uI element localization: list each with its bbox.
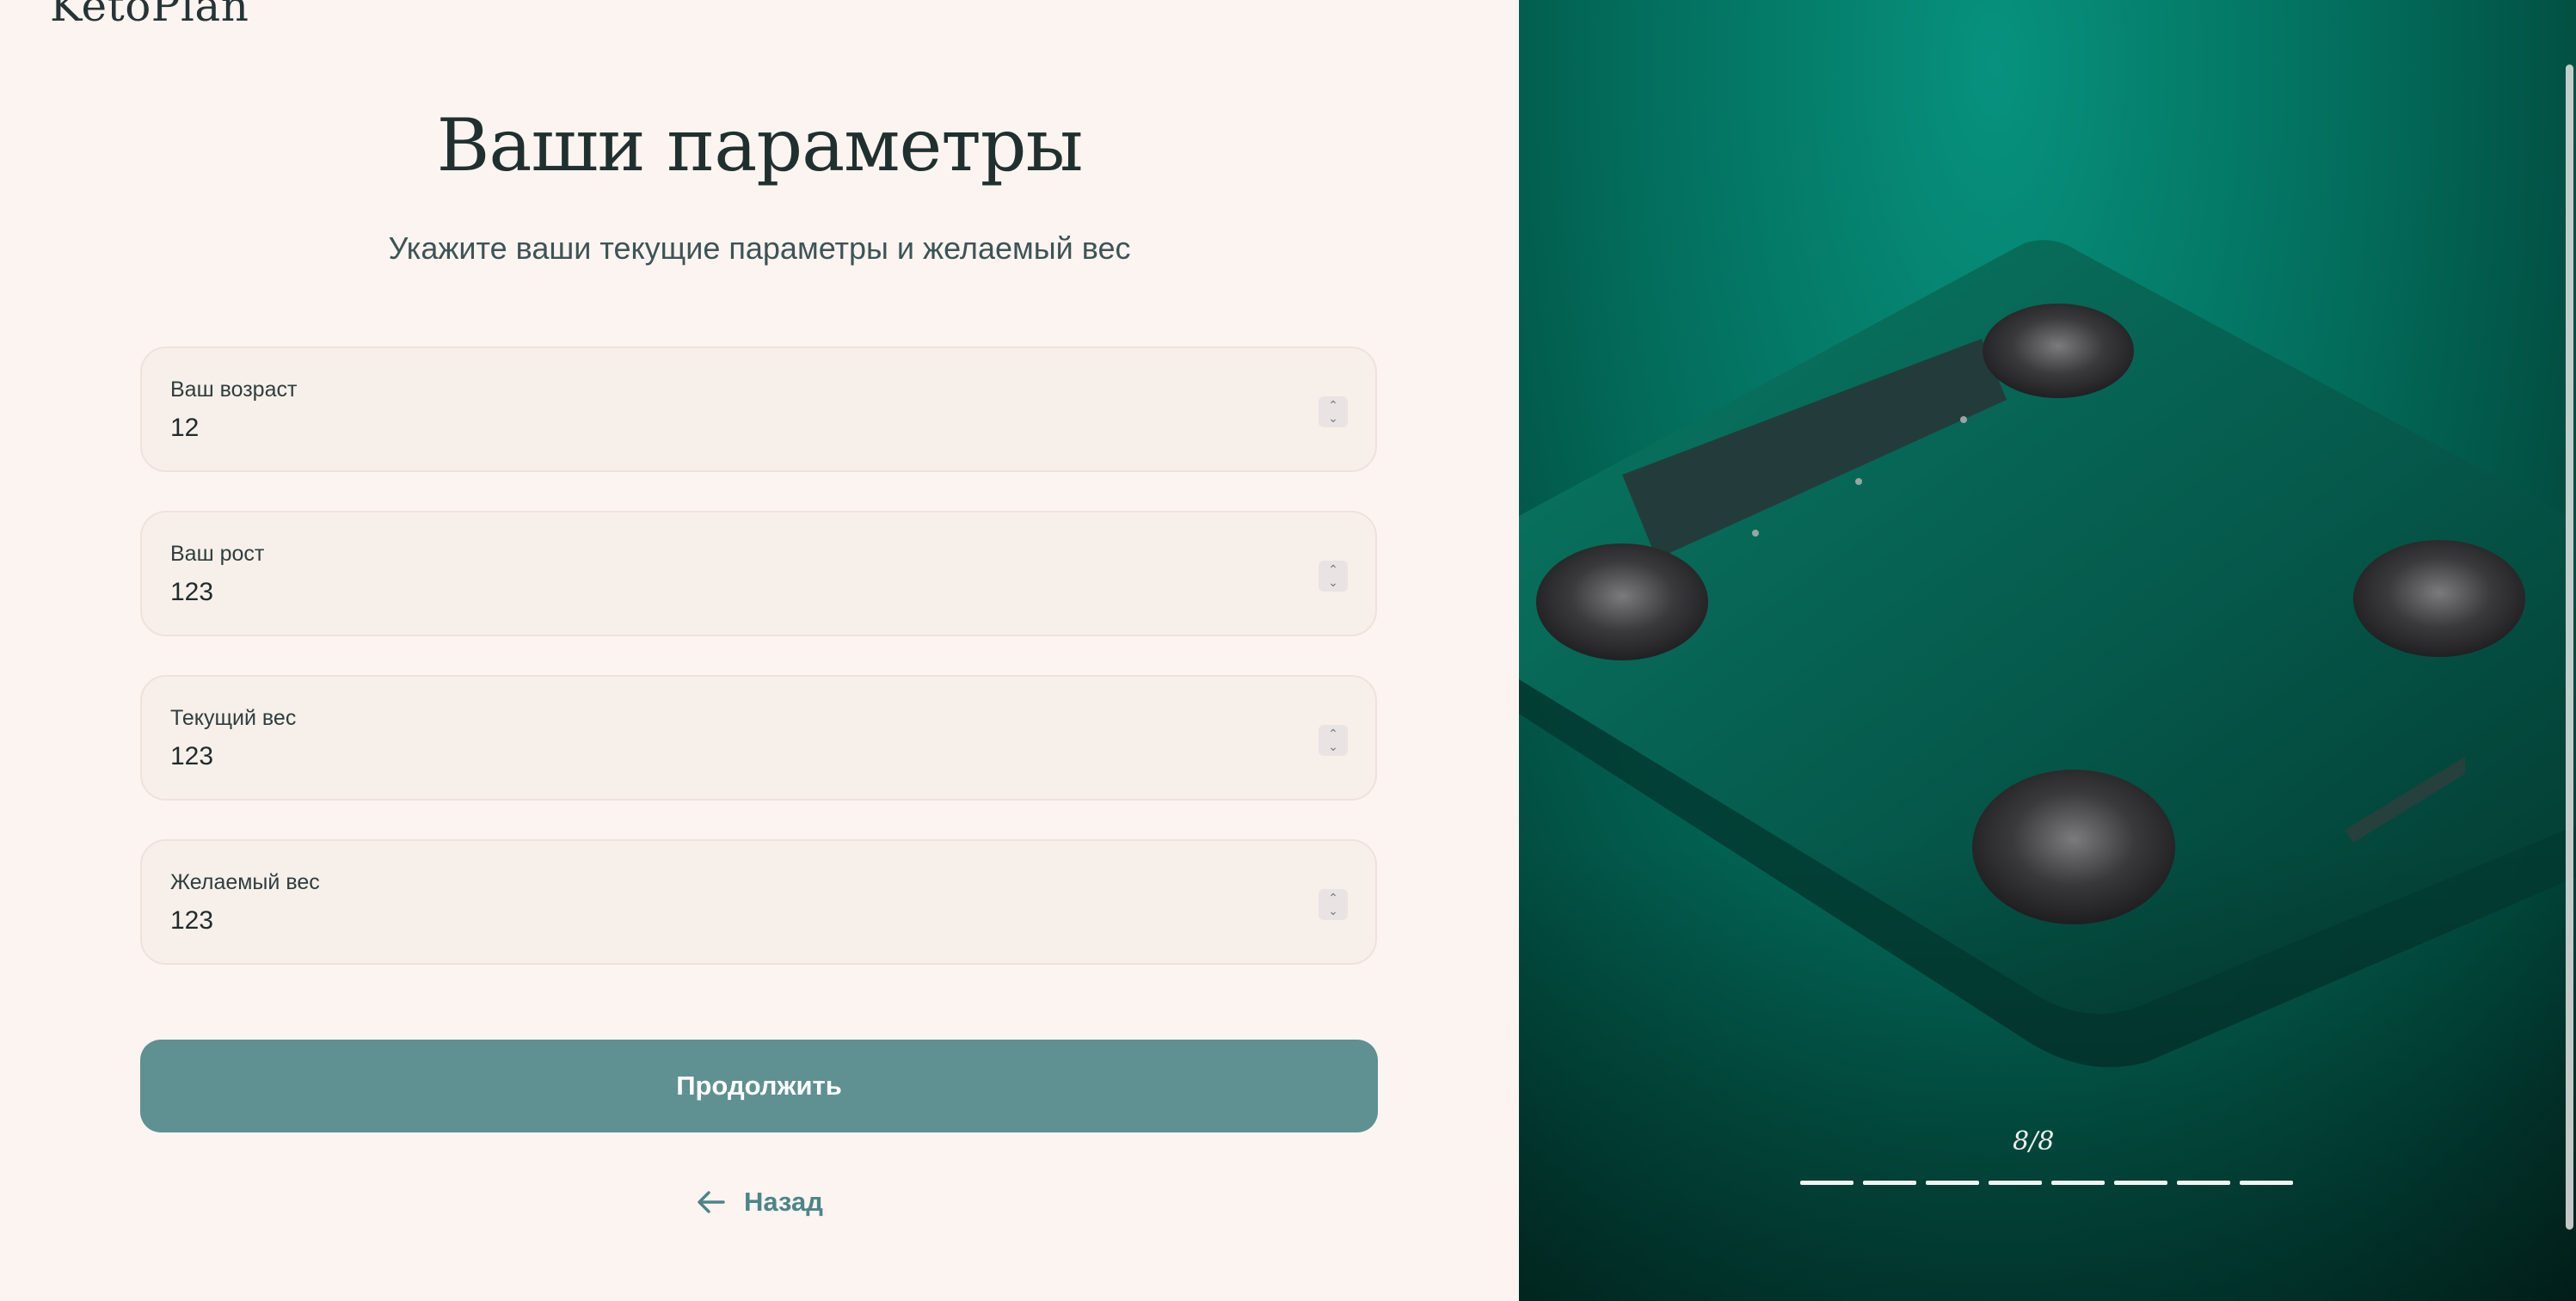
age-label: Ваш возраст: [170, 377, 298, 402]
chevron-up-icon[interactable]: ⌃: [1319, 727, 1348, 740]
chevron-up-icon[interactable]: ⌃: [1319, 399, 1348, 412]
target-weight-field[interactable]: Желаемый вес 123 ⌃ ⌄: [140, 839, 1377, 965]
height-stepper[interactable]: ⌃ ⌄: [1319, 561, 1348, 592]
current-weight-input[interactable]: 123: [170, 742, 213, 771]
slide-indicator[interactable]: [2051, 1181, 2105, 1185]
slide-indicator[interactable]: [2114, 1181, 2167, 1185]
chevron-down-icon[interactable]: ⌄: [1319, 905, 1348, 917]
page-title: Ваши параметры: [436, 103, 1084, 187]
slideshow-panel: 8/8: [1519, 0, 2576, 1301]
slide-indicator[interactable]: [1926, 1181, 1979, 1185]
slide-indicator[interactable]: [1863, 1181, 1916, 1185]
slide-indicator[interactable]: [2240, 1181, 2293, 1185]
slide-indicator[interactable]: [2177, 1181, 2230, 1185]
app-logo[interactable]: KetoPlan: [50, 0, 249, 31]
page-subtitle: Укажите ваши текущие параметры и желаемы…: [388, 230, 1131, 266]
chevron-down-icon[interactable]: ⌄: [1319, 740, 1348, 753]
age-field[interactable]: Ваш возраст 12 ⌃ ⌄: [140, 347, 1377, 472]
slide-indicators: [1800, 1181, 2293, 1185]
current-weight-field[interactable]: Текущий вес 123 ⌃ ⌄: [140, 675, 1377, 801]
age-stepper[interactable]: ⌃ ⌄: [1319, 396, 1348, 427]
chevron-up-icon[interactable]: ⌃: [1319, 563, 1348, 576]
height-field[interactable]: Ваш рост 123 ⌃ ⌄: [140, 511, 1377, 636]
arrow-left-icon: [698, 1191, 725, 1213]
chevron-up-icon[interactable]: ⌃: [1319, 892, 1348, 905]
chevron-down-icon[interactable]: ⌄: [1319, 412, 1348, 425]
back-link[interactable]: Назад: [0, 1187, 1519, 1218]
target-weight-stepper[interactable]: ⌃ ⌄: [1319, 889, 1348, 920]
current-weight-stepper[interactable]: ⌃ ⌄: [1319, 725, 1348, 756]
height-label: Ваш рост: [170, 542, 265, 566]
target-weight-input[interactable]: 123: [170, 906, 213, 936]
form-panel: KetoPlan Ваши параметры Укажите ваши тек…: [0, 0, 1519, 1301]
target-weight-label: Желаемый вес: [170, 870, 320, 894]
age-input[interactable]: 12: [170, 414, 199, 443]
slide-indicator[interactable]: [1800, 1181, 1854, 1185]
slide-indicator[interactable]: [1989, 1181, 2042, 1185]
back-label: Назад: [744, 1187, 823, 1217]
height-input[interactable]: 123: [170, 578, 213, 607]
current-weight-label: Текущий вес: [170, 706, 297, 730]
chevron-down-icon[interactable]: ⌄: [1319, 576, 1348, 589]
scrollbar[interactable]: [2566, 64, 2573, 1230]
continue-button[interactable]: Продолжить: [140, 1040, 1378, 1132]
slide-counter: 8/8: [2013, 1126, 2055, 1157]
